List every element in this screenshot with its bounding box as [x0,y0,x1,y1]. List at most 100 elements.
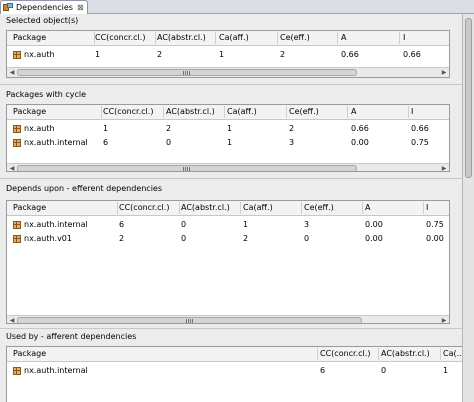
col-ca[interactable]: Ca(aff.) [219,33,249,42]
horizontal-scrollbar-thumb[interactable] [17,69,357,76]
cell-cc: 2 [119,234,125,243]
cell-ca: 1 [227,138,233,147]
view-tab-bar: Dependencies ⊠ [0,0,474,14]
col-a[interactable]: A [365,203,370,212]
section-title-depends: Depends upon - efferent dependencies [6,184,163,193]
scroll-right-icon[interactable]: ▶ [440,317,448,323]
col-ac[interactable]: AC(abstr.cl.) [166,107,215,116]
col-cc[interactable]: CC(concr.cl.) [95,33,145,42]
table-row[interactable]: nx.auth.v01 2 0 2 0 0.00 0.00 [7,232,449,246]
col-i[interactable]: I [411,107,413,116]
scroll-left-icon[interactable]: ◀ [8,165,16,171]
col-ce[interactable]: Ce(eff.) [280,33,310,42]
close-icon[interactable]: ⊠ [77,3,84,12]
cell-ce: 0 [304,234,310,243]
cell-ca: 1 [227,124,233,133]
scroll-right-icon[interactable]: ▶ [440,165,448,171]
col-ca[interactable]: Ca(... [443,349,462,358]
cell-i: 0.75 [411,138,429,147]
col-ac[interactable]: AC(abstr.cl.) [181,203,230,212]
col-package[interactable]: Package [13,33,46,42]
cell-ce: 3 [289,138,295,147]
cell-a: 0.66 [351,124,369,133]
dependencies-view-icon [3,3,13,12]
horizontal-scrollbar[interactable]: ◀ ▶ [7,315,449,323]
table-row[interactable]: nx.auth 1 2 1 2 0.66 0.66 [7,122,449,136]
horizontal-scrollbar-thumb[interactable] [17,317,362,323]
table-header: Package CC(concr.cl.) AC(abstr.cl.) Ca(.… [7,347,462,362]
cell-cc: 1 [103,124,109,133]
cell-a: 0.66 [341,50,359,59]
table-depends: Package CC(concr.cl.) AC(abstr.cl.) Ca(a… [6,200,450,324]
section-title-usedby: Used by - afferent dependencies [6,332,137,341]
col-cc[interactable]: CC(concr.cl.) [119,203,169,212]
cell-ca: 1 [443,366,449,375]
cell-ac: 0 [181,220,187,229]
col-a[interactable]: A [351,107,356,116]
cell-ce: 2 [280,50,286,59]
col-cc[interactable]: CC(concr.cl.) [103,107,153,116]
cell-package: nx.auth [24,50,55,59]
cell-ac: 0 [181,234,187,243]
section-title-selected: Selected object(s) [6,16,79,25]
cell-a: 0.00 [365,234,383,243]
tab-dependencies[interactable]: Dependencies ⊠ [0,0,88,14]
cell-a: 0.00 [351,138,369,147]
horizontal-scrollbar[interactable]: ◀ ▶ [7,163,449,171]
col-ac[interactable]: AC(abstr.cl.) [381,349,430,358]
cell-ce: 2 [289,124,295,133]
package-icon [13,138,21,147]
col-package[interactable]: Package [13,203,46,212]
col-package[interactable]: Package [13,349,46,358]
col-ce[interactable]: Ce(eff.) [289,107,319,116]
tab-label: Dependencies [16,3,73,12]
cell-ca: 1 [219,50,225,59]
cell-cc: 6 [320,366,326,375]
horizontal-scrollbar-thumb[interactable] [17,165,357,171]
package-icon [13,234,21,243]
cell-package: nx.auth.internal [24,220,88,229]
cell-ac: 0 [381,366,387,375]
package-icon [13,124,21,133]
col-a[interactable]: A [341,33,346,42]
col-ce[interactable]: Ce(eff.) [304,203,334,212]
vertical-scrollbar[interactable] [462,14,474,402]
table-usedby: Package CC(concr.cl.) AC(abstr.cl.) Ca(.… [6,346,462,402]
cell-ac: 0 [166,138,172,147]
table-row[interactable]: nx.auth 1 2 1 2 0.66 0.66 [7,48,449,62]
table-row[interactable]: nx.auth.internal 6 0 1 3 0.00 0.75 [7,218,449,232]
vertical-scrollbar-thumb[interactable] [465,18,472,178]
cell-package: nx.auth.v01 [24,234,72,243]
cell-a: 0.00 [365,220,383,229]
cell-i: 0.00 [426,234,444,243]
scroll-left-icon[interactable]: ◀ [8,317,16,323]
cell-i: 0.75 [426,220,444,229]
scroll-left-icon[interactable]: ◀ [8,69,16,77]
col-i[interactable]: I [426,203,428,212]
cell-ca: 1 [243,220,249,229]
section-title-cycle: Packages with cycle [6,90,87,99]
cell-package: nx.auth.internal [24,366,88,375]
horizontal-scrollbar[interactable]: ◀ ▶ [7,67,449,77]
cell-package: nx.auth.internal [24,138,88,147]
col-ca[interactable]: Ca(aff.) [227,107,257,116]
table-row[interactable]: nx.auth.internal 6 0 1 3 0.00 0.75 [7,136,449,150]
col-ca[interactable]: Ca(aff.) [243,203,273,212]
col-package[interactable]: Package [13,107,46,116]
cell-cc: 1 [95,50,101,59]
scroll-right-icon[interactable]: ▶ [440,69,448,77]
col-i[interactable]: I [403,33,405,42]
cell-package: nx.auth [24,124,55,133]
cell-ce: 3 [304,220,310,229]
package-icon [13,220,21,229]
col-ac[interactable]: AC(abstr.cl.) [157,33,206,42]
col-cc[interactable]: CC(concr.cl.) [320,349,370,358]
table-cycle: Package CC(concr.cl.) AC(abstr.cl.) Ca(a… [6,104,450,172]
cell-i: 0.66 [411,124,429,133]
package-icon [13,50,21,59]
table-selected: Package CC(concr.cl.) AC(abstr.cl.) Ca(a… [6,30,450,78]
table-row[interactable]: nx.auth.internal 6 0 1 [7,364,462,378]
table-header: Package CC(concr.cl.) AC(abstr.cl.) Ca(a… [7,31,449,46]
cell-ac: 2 [157,50,163,59]
cell-ca: 2 [243,234,249,243]
